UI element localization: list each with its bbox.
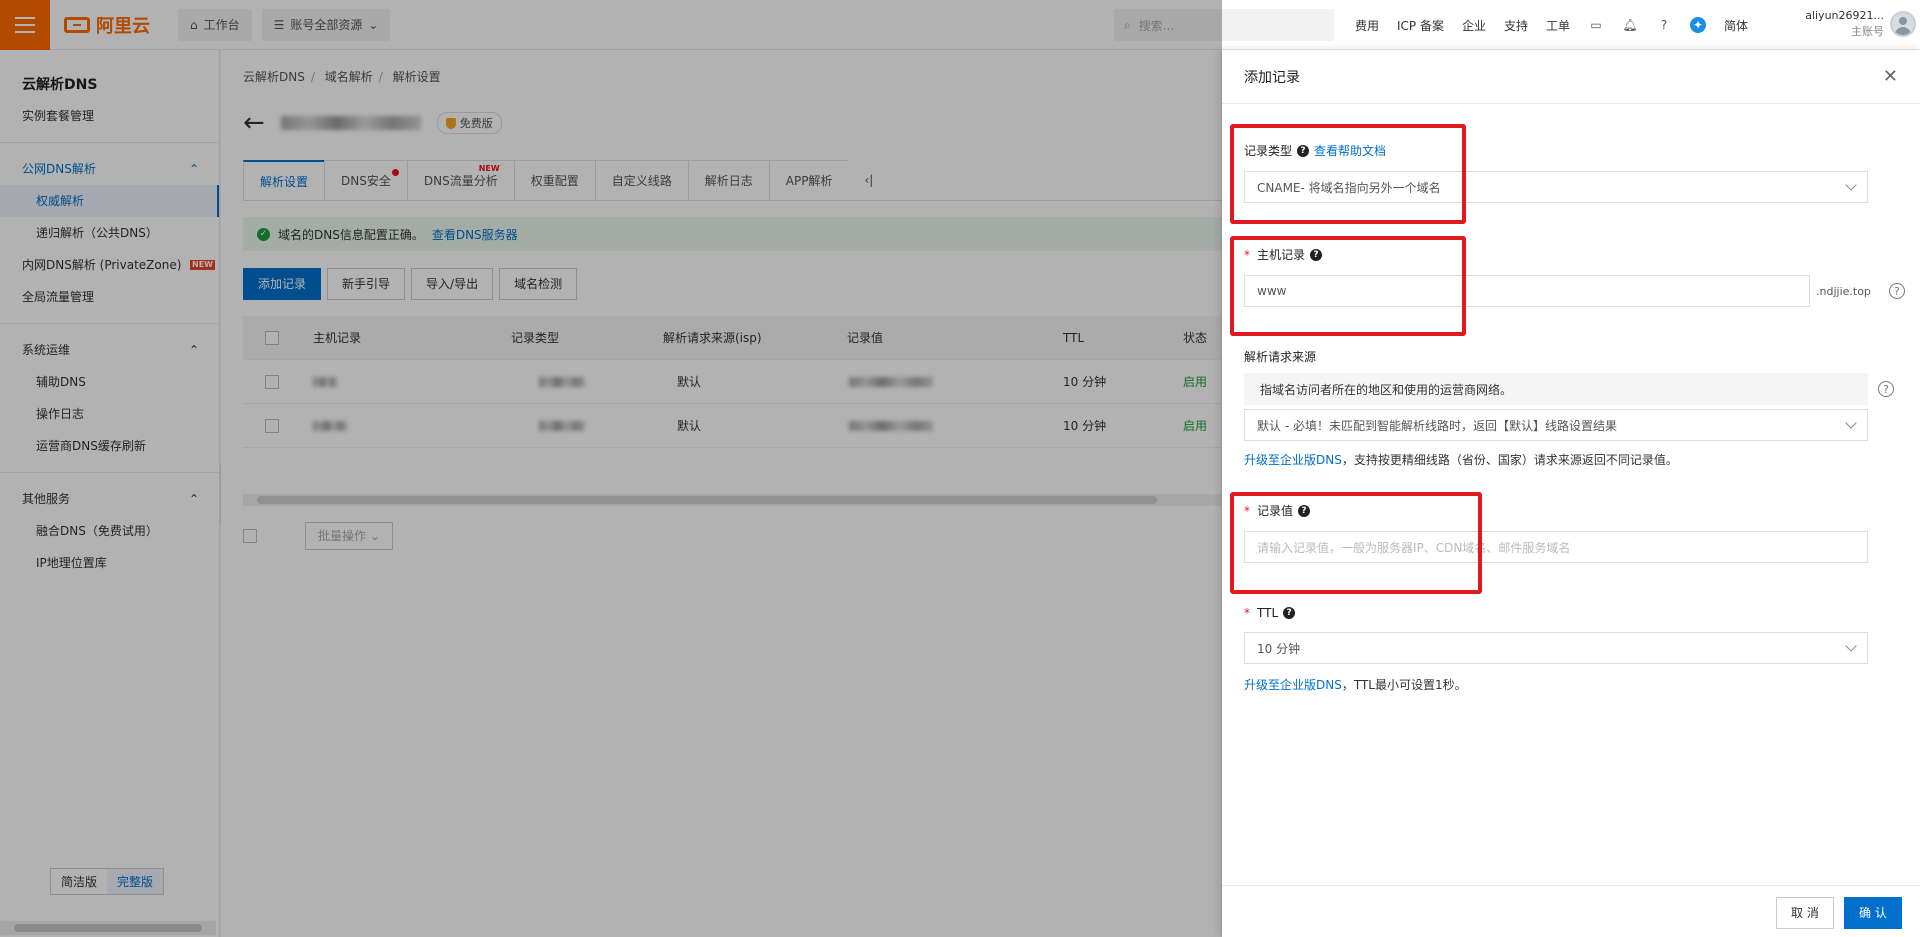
request-source-label: 解析请求来源 — [1244, 350, 1317, 364]
user-name: aliyun26921... — [1805, 9, 1884, 22]
modal-overlay-top[interactable] — [0, 0, 1222, 50]
drawer-header: 添加记录 ✕ — [1222, 50, 1920, 104]
terminal-icon[interactable]: ▭ — [1588, 17, 1604, 33]
annotation-box — [1230, 236, 1466, 336]
request-source-field: 解析请求来源 指域名访问者所在的地区和使用的运营商网络。 ? 默认 - 必填！未… — [1244, 348, 1894, 468]
nav-icp[interactable]: ICP 备案 — [1397, 17, 1444, 34]
nav-enterprise[interactable]: 企业 — [1462, 17, 1486, 34]
domain-suffix: .ndjjie.top — [1816, 284, 1871, 298]
top-nav: 费用 ICP 备案 企业 支持 工单 ▭ 🔔︎ ? ✦ 简体 — [1355, 0, 1748, 50]
ttl-field: * TTL ? 10 分钟 升级至企业版DNS，TTL最小可设置1秒。 — [1244, 606, 1868, 693]
assistant-icon[interactable]: ✦ — [1690, 17, 1707, 33]
ttl-upgrade-note: 升级至企业版DNS，TTL最小可设置1秒。 — [1244, 678, 1467, 692]
question-circle-icon[interactable]: ? — [1878, 381, 1894, 397]
annotation-box — [1230, 492, 1482, 594]
annotation-box — [1230, 124, 1466, 224]
drawer-title: 添加记录 — [1244, 69, 1300, 86]
close-icon[interactable]: ✕ — [1883, 66, 1898, 87]
ttl-select[interactable]: 10 分钟 — [1244, 632, 1868, 664]
nav-billing[interactable]: 费用 — [1355, 17, 1379, 34]
source-upgrade-note: 升级至企业版DNS，支持按更精细线路（省份、国家）请求来源返回不同记录值。 — [1244, 453, 1678, 467]
language-switch[interactable]: 简体 — [1724, 17, 1748, 34]
bell-icon[interactable]: 🔔︎ — [1622, 17, 1638, 33]
request-source-hint: 指域名访问者所在的地区和使用的运营商网络。 — [1244, 373, 1868, 405]
user-menu[interactable]: aliyun26921... 主账号 — [1786, 8, 1884, 40]
chevron-down-icon — [1845, 417, 1857, 429]
nav-ticket[interactable]: 工单 — [1546, 17, 1570, 34]
question-circle-icon[interactable]: ? — [1888, 283, 1905, 299]
confirm-button[interactable]: 确 认 — [1844, 897, 1902, 929]
avatar[interactable] — [1890, 11, 1916, 37]
request-source-select[interactable]: 默认 - 必填！未匹配到智能解析线路时，返回【默认】线路设置结果 — [1244, 409, 1868, 441]
nav-support[interactable]: 支持 — [1504, 17, 1528, 34]
upgrade-enterprise-link[interactable]: 升级至企业版DNS — [1244, 453, 1342, 467]
drawer-footer: 取 消 确 认 — [1222, 885, 1920, 937]
help-icon[interactable]: ? — [1656, 17, 1672, 33]
chevron-down-icon — [1845, 179, 1857, 191]
modal-overlay[interactable] — [0, 50, 1222, 937]
help-icon[interactable]: ? — [1283, 607, 1296, 619]
ttl-label: * TTL ? — [1244, 606, 1868, 620]
chevron-down-icon — [1845, 640, 1857, 652]
cancel-button[interactable]: 取 消 — [1776, 897, 1834, 929]
upgrade-enterprise-link[interactable]: 升级至企业版DNS — [1244, 678, 1342, 692]
add-record-drawer: 添加记录 ✕ 记录类型 ? 查看帮助文档 CNAME- 将域名指向另外一个域名 … — [1222, 50, 1920, 937]
user-role: 主账号 — [1851, 25, 1884, 38]
